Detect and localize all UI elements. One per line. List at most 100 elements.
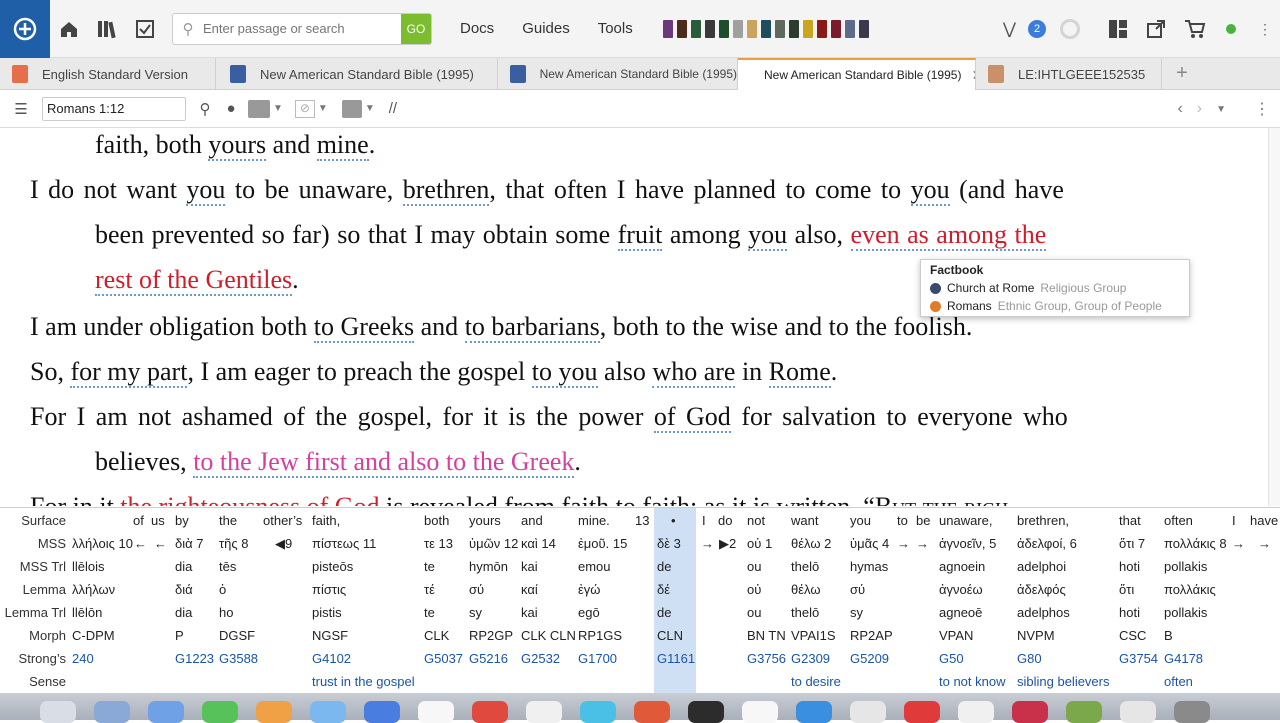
interlinear-surface-word[interactable]: and xyxy=(521,513,543,528)
interlinear-lemma-transliteration[interactable]: hoti xyxy=(1119,605,1140,620)
interlinear-surface-word[interactable]: have xyxy=(1250,513,1278,528)
interlinear-mss-word[interactable]: → xyxy=(1232,536,1245,551)
interlinear-surface-word[interactable]: not xyxy=(747,513,765,528)
interlinear-mss-word[interactable]: ▶2 xyxy=(719,536,736,552)
interlinear-surface-word[interactable]: yours xyxy=(469,513,501,528)
interlinear-mss-transliteration[interactable]: pollakis xyxy=(1164,559,1207,574)
interlinear-lemma[interactable]: ὅτι xyxy=(1119,582,1134,597)
interlinear-mss-word[interactable]: ὑμᾶς 4 xyxy=(850,536,889,551)
interlinear-surface-word[interactable]: • xyxy=(671,513,676,528)
interlinear-surface-word[interactable]: mine. xyxy=(578,513,610,528)
interlinear-surface-word[interactable]: I xyxy=(1232,513,1236,528)
linked-word[interactable]: brethren xyxy=(402,175,490,206)
interlinear-mss-transliteration[interactable]: pisteōs xyxy=(312,559,353,574)
menu-guides[interactable]: Guides xyxy=(522,20,570,37)
interlinear-mss-word[interactable]: τῆς 8 xyxy=(219,536,248,551)
back-icon[interactable]: ‹ xyxy=(1177,100,1182,118)
interlinear-mss-word[interactable]: δὲ 3 xyxy=(657,536,681,551)
interlinear-mss-transliteration[interactable]: emou xyxy=(578,559,611,574)
interlinear-surface-word[interactable]: unaware, xyxy=(939,513,992,528)
interlinear-strongs-number[interactable]: G50 xyxy=(939,651,964,666)
parallel-resources-button[interactable]: // xyxy=(389,100,397,117)
interlinear-strongs-number[interactable]: G5209 xyxy=(850,651,889,666)
interlinear-morph[interactable]: C-DPM xyxy=(72,628,115,643)
add-tab-icon[interactable]: + xyxy=(1162,58,1202,89)
interlinear-sense[interactable]: to desire xyxy=(791,674,841,689)
factbook-item[interactable]: Romans Ethnic Group, Group of People xyxy=(930,297,1180,315)
interlinear-mss-transliteration[interactable]: de xyxy=(657,559,671,574)
book-spine-icon[interactable] xyxy=(746,19,757,38)
sync-icon[interactable] xyxy=(1060,19,1080,39)
interlinear-surface-word[interactable]: of xyxy=(133,513,144,528)
interlinear-mss-word[interactable]: ὅτι 7 xyxy=(1119,536,1145,551)
interlinear-surface-word[interactable]: want xyxy=(791,513,818,528)
interlinear-mss-word[interactable]: → xyxy=(897,536,910,551)
interlinear-morph[interactable]: RP2AP xyxy=(850,628,893,643)
interlinear-lemma[interactable]: πίστις xyxy=(312,582,346,597)
interlinear-strongs-number[interactable]: 240 xyxy=(72,651,94,666)
menu-docs[interactable]: Docs xyxy=(460,20,494,37)
interlinear-surface-word[interactable]: both xyxy=(424,513,449,528)
interlinear-mss-transliteration[interactable]: hymas xyxy=(850,559,888,574)
interlinear-lemma-transliteration[interactable]: ho xyxy=(219,605,233,620)
tab-nasb-active[interactable]: New American Standard Bible (1995) ✕ xyxy=(738,58,976,90)
interlinear-mss-word[interactable]: ◀9 xyxy=(275,536,292,552)
interlinear-sense[interactable]: to not know xyxy=(939,674,1006,689)
cross-reference-text[interactable]: the righteousness of God xyxy=(120,492,380,506)
interlinear-sense[interactable]: trust in the gospel xyxy=(312,674,415,689)
interlinear-mss-word[interactable]: ἀδελφοί, 6 xyxy=(1017,536,1077,551)
interlinear-lemma-transliteration[interactable]: adelphos xyxy=(1017,605,1070,620)
interlinear-mss-transliteration[interactable]: hymōn xyxy=(469,559,508,574)
linked-word[interactable]: Rome xyxy=(768,357,831,388)
interlinear-strongs-number[interactable]: G3754 xyxy=(1119,651,1158,666)
interlinear-lemma[interactable]: οὐ xyxy=(747,582,761,597)
interlinear-lemma-transliteration[interactable]: agneoē xyxy=(939,605,982,620)
interlinear-sense[interactable]: often xyxy=(1164,674,1193,689)
interlinear-mss-word[interactable]: → xyxy=(701,536,714,551)
linked-word[interactable]: to Greeks xyxy=(313,312,415,343)
factbook-item[interactable]: Church at Rome Religious Group xyxy=(930,279,1180,297)
interlinear-strongs-number[interactable]: G2309 xyxy=(791,651,830,666)
interlinear-lemma[interactable]: σύ xyxy=(850,582,865,597)
book-spine-icon[interactable] xyxy=(858,19,869,38)
book-spine-icon[interactable] xyxy=(732,19,743,38)
interlinear-strongs-number[interactable]: G80 xyxy=(1017,651,1042,666)
book-spine-icon[interactable] xyxy=(844,19,855,38)
interlinear-surface-word[interactable]: I xyxy=(702,513,706,528)
interlinear-mss-transliteration[interactable]: te xyxy=(424,559,435,574)
interlinear-surface-word[interactable]: you xyxy=(850,513,871,528)
logos-logo-icon[interactable] xyxy=(0,0,50,58)
interlinear-lemma[interactable]: ἐγώ xyxy=(578,582,600,597)
interlinear-morph[interactable]: CLK CLN xyxy=(521,628,576,643)
interlinear-surface-word[interactable]: that xyxy=(1119,513,1141,528)
interlinear-surface-word[interactable]: by xyxy=(175,513,189,528)
interlinear-morph[interactable]: NVPM xyxy=(1017,628,1055,643)
interlinear-mss-word[interactable]: → xyxy=(916,536,929,551)
go-button[interactable]: GO xyxy=(401,13,431,44)
interlinear-surface-word[interactable]: the xyxy=(219,513,237,528)
interlinear-lemma-transliteration[interactable]: de xyxy=(657,605,671,620)
interlinear-strongs-number[interactable]: G1700 xyxy=(578,651,617,666)
interlinear-lemma[interactable]: δέ xyxy=(657,582,670,597)
interlinear-strongs-number[interactable]: G3588 xyxy=(219,651,258,666)
highlight-toggle[interactable] xyxy=(248,99,270,118)
interlinear-morph[interactable]: VPAI1S xyxy=(791,628,836,643)
interlinear-mss-transliteration[interactable]: dia xyxy=(175,559,192,574)
interlinear-strongs-number[interactable]: G5037 xyxy=(424,651,463,666)
book-spine-icon[interactable] xyxy=(774,19,785,38)
interlinear-morph[interactable]: BN TN xyxy=(747,628,786,643)
interlinear-surface-word[interactable]: brethren, xyxy=(1017,513,1069,528)
linked-word[interactable]: to you xyxy=(531,357,598,388)
history-dropdown-icon[interactable]: ▼ xyxy=(1216,104,1226,115)
linked-word[interactable]: you xyxy=(186,175,226,206)
checklist-icon[interactable] xyxy=(126,0,164,58)
book-spine-icon[interactable] xyxy=(802,19,813,38)
interlinear-lemma[interactable]: θέλω xyxy=(791,582,820,597)
dropdown-arrow-icon[interactable]: ▼ xyxy=(318,103,328,114)
interlinear-morph[interactable]: P xyxy=(175,628,184,643)
interlinear-lemma[interactable]: ὁ xyxy=(219,582,226,597)
linked-word[interactable]: mine xyxy=(316,130,369,161)
tab-nasb-1[interactable]: New American Standard Bible (1995) xyxy=(216,58,498,90)
interlinear-lemma-transliteration[interactable]: sy xyxy=(469,605,482,620)
interlinear-mss-transliteration[interactable]: adelphoi xyxy=(1017,559,1066,574)
